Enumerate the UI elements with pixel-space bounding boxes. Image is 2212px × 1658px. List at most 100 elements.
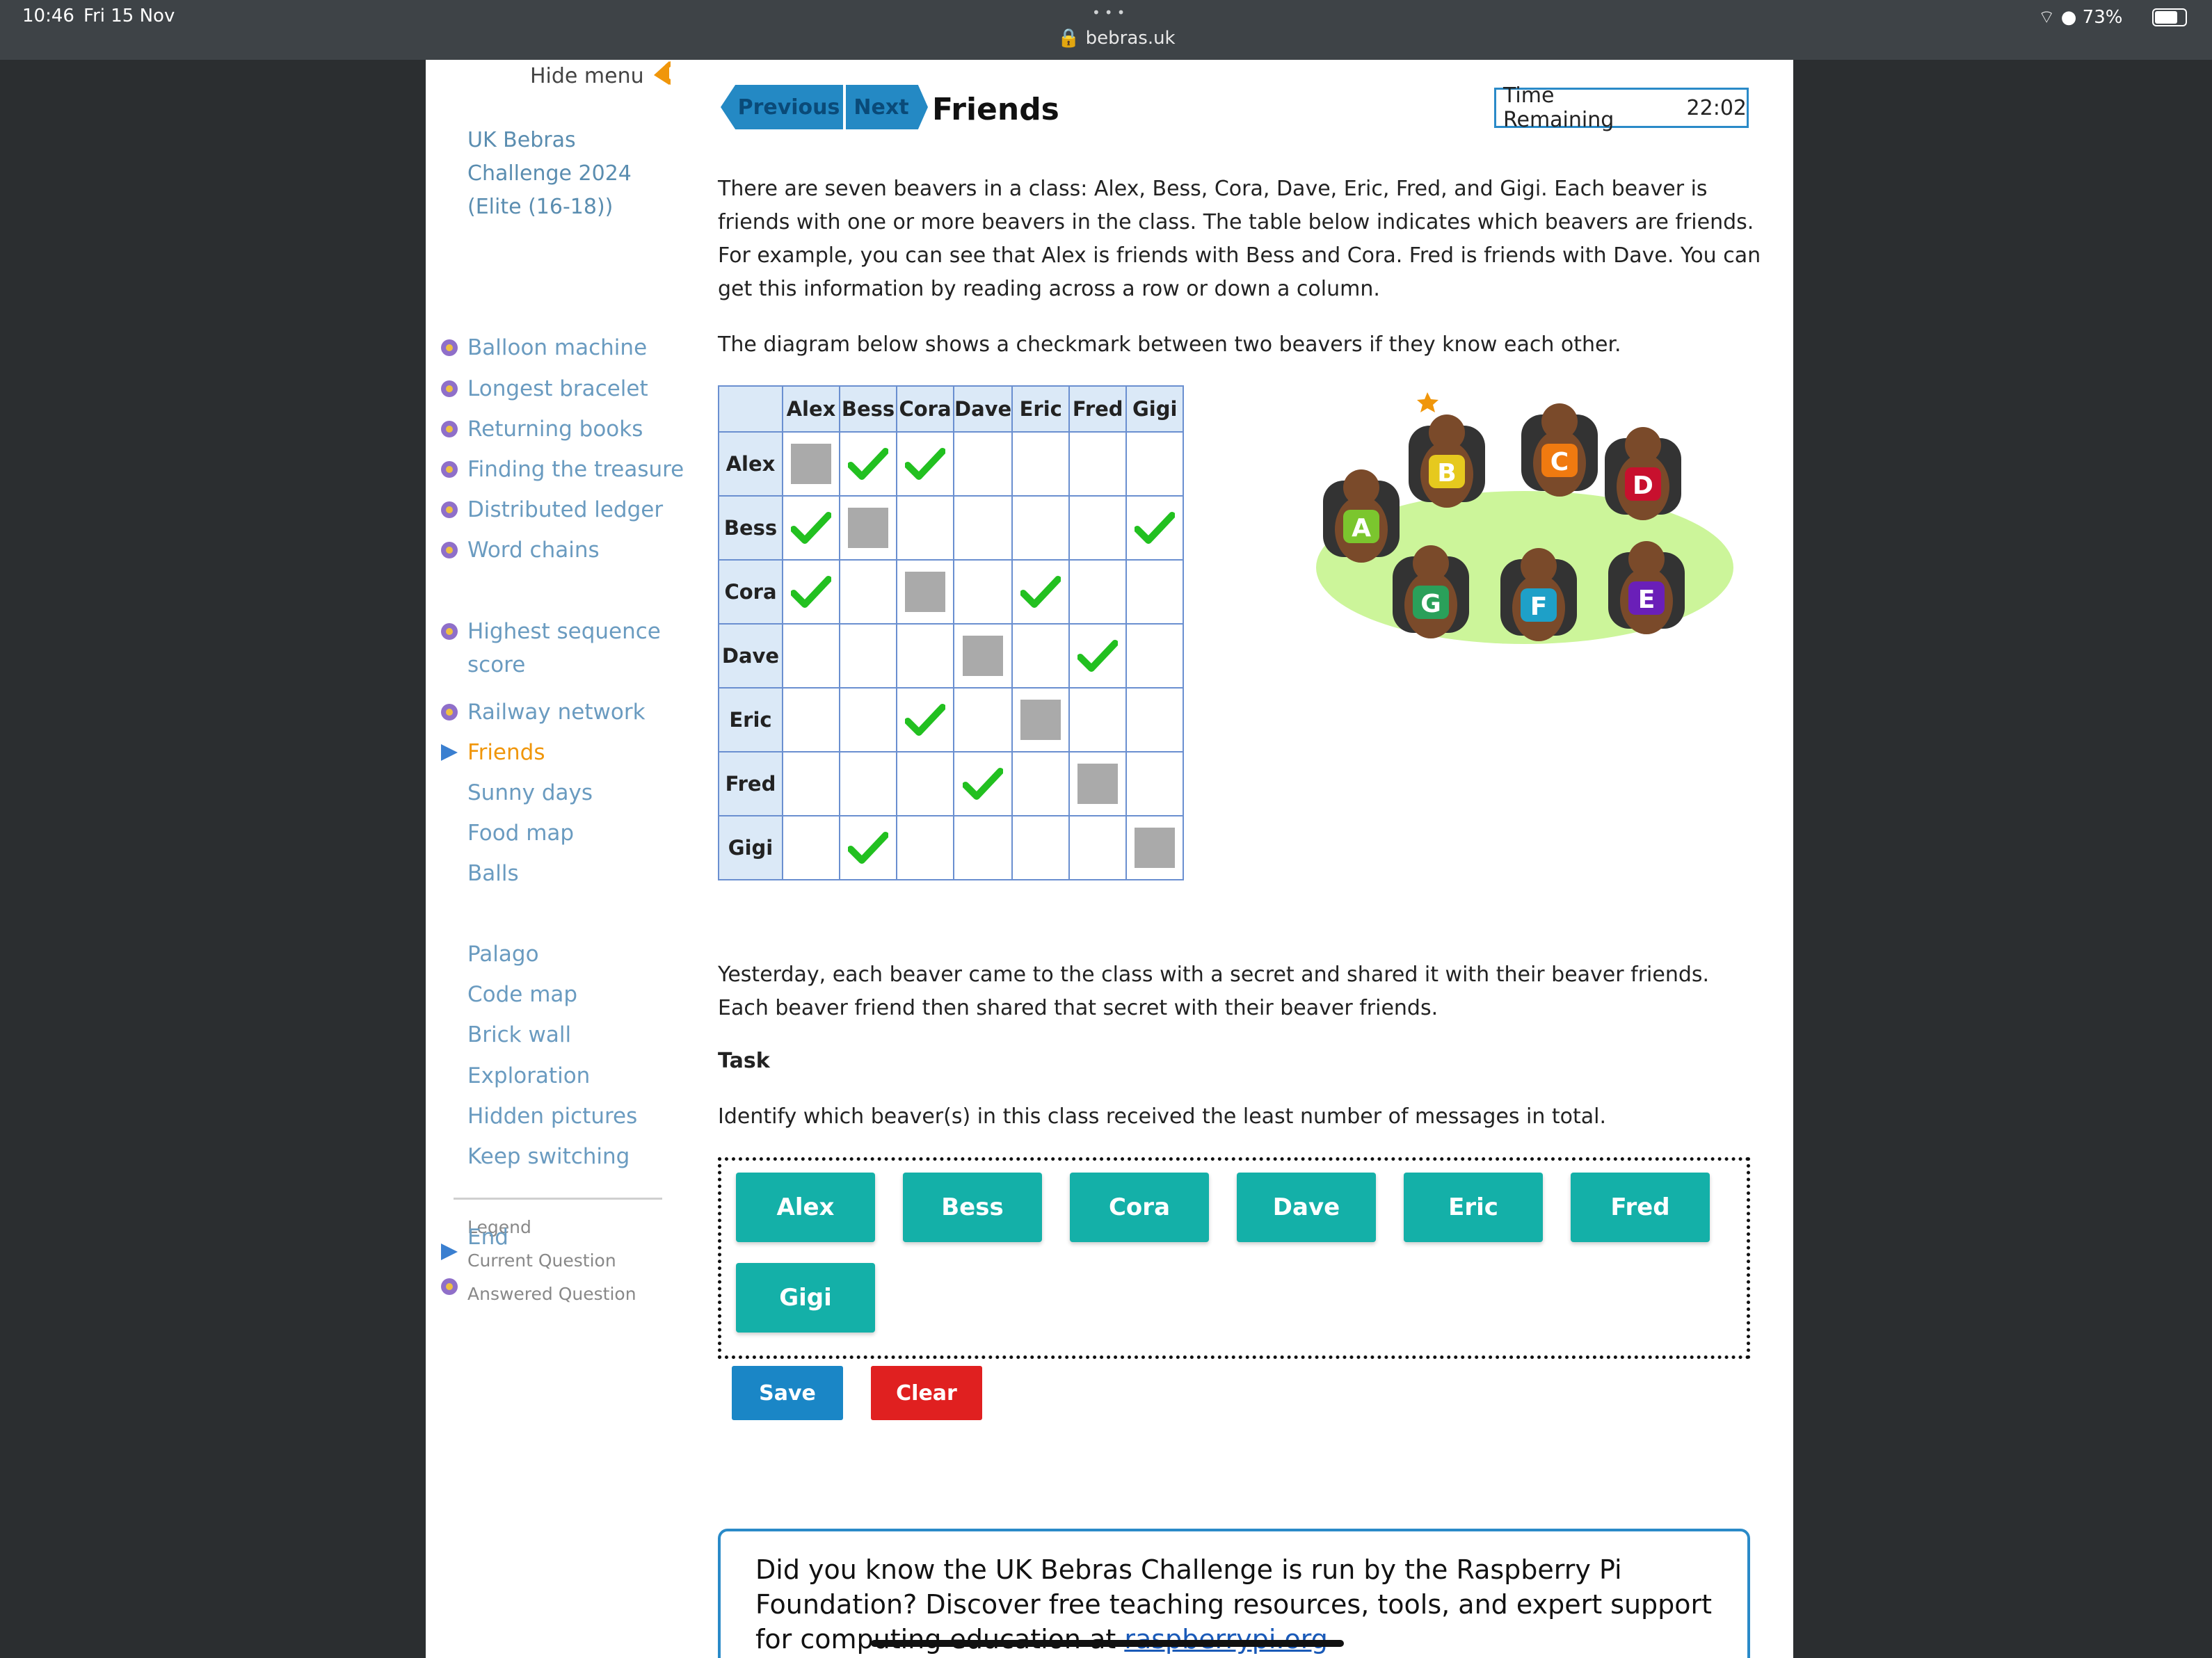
home-indicator[interactable] [871,1640,1344,1647]
column-header: Gigi [1125,385,1185,433]
challenge-title[interactable]: UK Bebras Challenge 2024 (Elite (16-18)) [467,124,648,224]
date: Fri 15 Nov [83,6,175,26]
beaver-letter: C [1550,448,1569,476]
table-cell [896,751,954,816]
row-header: Bess [718,495,783,561]
answered-flower-icon [441,461,458,478]
self-square [1077,764,1119,804]
nav-item-finding-the-treasure[interactable]: Finding the treasure [467,457,684,482]
nav-item-word-chains[interactable]: Word chains [467,538,600,563]
nav-item-exploration[interactable]: Exploration [467,1063,590,1088]
table-cell [1011,687,1071,752]
table-cell [839,559,897,625]
answer-option-eric[interactable]: Eric [1404,1173,1543,1242]
beaver-d: D [1605,427,1681,520]
answer-option-alex[interactable]: Alex [736,1173,875,1242]
nav-item-food-map[interactable]: Food map [467,821,574,846]
table-cell [896,815,954,880]
table-cell [1068,687,1128,752]
nav-item-balls[interactable]: Balls [467,861,519,886]
next-button[interactable]: Next [846,85,928,129]
table-cell [952,495,1013,561]
table-cell [1011,751,1071,816]
friendship-table: Alex Bess Cora Dave Eric Fred Gigi Alex Bess Cora… [718,385,1185,880]
nav-item-keep-switching[interactable]: Keep switching [467,1144,630,1169]
answer-option-gigi[interactable]: Gigi [736,1263,875,1333]
column-header: Dave [952,385,1013,433]
hide-menu-link[interactable]: Hide menu [530,64,644,88]
nav-item-returning-books[interactable]: Returning books [467,417,643,442]
table-cell [782,623,840,689]
page: Hide menu UK Bebras Challenge 2024 (Elit… [426,60,1793,1658]
diagram-caption: The diagram below shows a checkmark betw… [718,332,1621,357]
nav-item-sunny-days[interactable]: Sunny days [467,780,593,805]
table-row: Gigi [718,815,1185,880]
address-bar[interactable]: 🔒 bebras.uk [1057,28,1176,49]
nav-item-longest-bracelet[interactable]: Longest bracelet [467,376,648,401]
nav-item-balloon-machine[interactable]: Balloon machine [467,335,647,360]
legend-divider [454,1198,662,1200]
page-title: Friends [932,92,1059,127]
table-row: Eric [718,687,1185,752]
table-cell [952,815,1013,880]
table-cell [782,431,840,497]
answer-option-dave[interactable]: Dave [1237,1173,1376,1242]
table-cell [1068,623,1128,689]
beaver-letter: F [1530,593,1548,621]
nav-item-distributed-ledger[interactable]: Distributed ledger [467,497,663,522]
table-cell [839,623,897,689]
nav-item-code-map[interactable]: Code map [467,982,577,1007]
table-cell [1011,495,1071,561]
table-header-row: Alex Bess Cora Dave Eric Fred Gigi [718,385,1185,433]
nav-item-hidden-pictures[interactable]: Hidden pictures [467,1104,637,1129]
nav-item-railway-network[interactable]: Railway network [467,700,646,725]
nav-item-highest-sequence[interactable]: Highest sequence [467,619,661,644]
table-cell [896,623,954,689]
beaver-letter: A [1352,514,1371,542]
answer-option-cora[interactable]: Cora [1070,1173,1209,1242]
table-cell [1068,559,1128,625]
self-square [1020,700,1061,740]
table-cell [839,815,897,880]
row-header: Eric [718,687,783,752]
legend-current: Current Question [467,1250,616,1271]
nav-item-end[interactable]: End [467,1225,508,1250]
self-square [791,444,831,484]
table-cell [1125,623,1185,689]
column-header: Alex [782,385,840,433]
table-cell [839,687,897,752]
hide-menu-icon[interactable] [648,60,675,86]
answer-option-fred[interactable]: Fred [1571,1173,1710,1242]
nav-item-palago[interactable]: Palago [467,942,539,967]
status-bar: 10:46 Fri 15 Nov ••• 🔒 bebras.uk ⌔ ● 73% [0,0,2212,60]
beaver-letter: E [1638,586,1656,614]
table-cell [839,751,897,816]
nav-item-highest-sequence-line2[interactable]: score [467,652,525,677]
beaver-b: B [1409,414,1485,508]
save-button[interactable]: Save [732,1366,843,1420]
url-text: bebras.uk [1085,28,1176,49]
more-dots-icon[interactable]: ••• [1092,4,1129,21]
table-cell [1011,431,1071,497]
promo-link[interactable]: raspberrypi.org [1124,1624,1327,1655]
nav-item-brick-wall[interactable]: Brick wall [467,1022,571,1047]
beaver-letter: D [1633,472,1653,500]
answer-option-bess[interactable]: Bess [903,1173,1042,1242]
checkmark-icon [905,448,945,480]
previous-button[interactable]: Previous [721,85,843,129]
table-cell [1011,815,1071,880]
row-header: Gigi [718,815,783,880]
table-cell [782,751,840,816]
table-row: Dave [718,623,1185,689]
table-cell [896,559,954,625]
table-cell [782,495,840,561]
beaver-c: C [1521,403,1598,497]
answered-flower-icon [441,704,458,721]
table-cell [782,559,840,625]
table-cell [952,751,1013,816]
table-cell [1011,559,1071,625]
beaver-letter: G [1420,590,1441,618]
answered-flower-icon [441,380,458,397]
nav-item-friends[interactable]: Friends [467,740,545,765]
clear-button[interactable]: Clear [871,1366,982,1420]
